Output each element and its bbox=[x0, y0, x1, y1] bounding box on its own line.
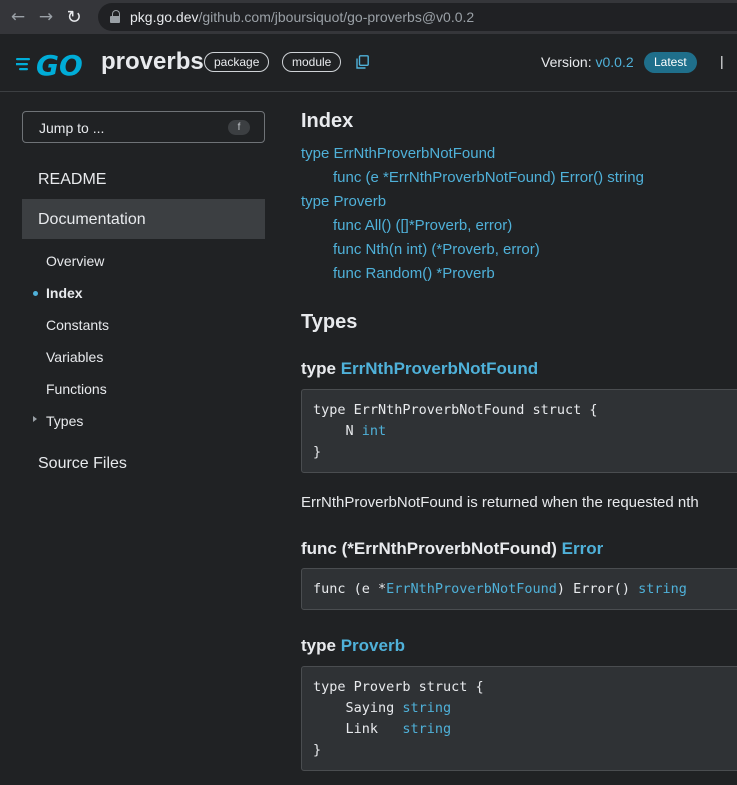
jump-to-placeholder: Jump to ... bbox=[39, 120, 105, 136]
code-line: } bbox=[313, 742, 322, 758]
sidebar-item-documentation[interactable]: Documentation bbox=[38, 211, 146, 229]
active-bullet-icon bbox=[33, 291, 38, 296]
sidebar-sub-variables[interactable]: Variables bbox=[46, 349, 103, 365]
code-field: N bbox=[313, 423, 362, 439]
copy-icon[interactable] bbox=[356, 55, 369, 69]
code-field: Saying bbox=[313, 700, 403, 716]
package-name: proverbs bbox=[101, 48, 204, 75]
type-errnth-description: ErrNthProverbNotFound is returned when t… bbox=[301, 494, 699, 511]
code-type-link[interactable]: string bbox=[402, 700, 451, 716]
jump-shortcut-key: f bbox=[228, 120, 250, 135]
sidebar-sub-index[interactable]: Index bbox=[46, 285, 83, 301]
sidebar-sub-constants[interactable]: Constants bbox=[46, 317, 109, 333]
type-keyword: type bbox=[301, 359, 336, 378]
site-header: GO proverbs package module Version: v0.0… bbox=[0, 34, 737, 92]
code-line: } bbox=[313, 444, 322, 460]
code-type-link[interactable]: ErrNthProverbNotFound bbox=[386, 581, 557, 597]
func-error-link[interactable]: Error bbox=[562, 539, 604, 558]
svg-text:GO: GO bbox=[36, 50, 83, 78]
index-link-func-random[interactable]: func Random() *Proverb bbox=[333, 265, 495, 282]
version-label: Version: v0.0.2 bbox=[541, 54, 634, 70]
func-error-heading: func (*ErrNthProverbNotFound) Error bbox=[301, 539, 603, 559]
version-value[interactable]: v0.0.2 bbox=[595, 54, 633, 70]
lock-icon bbox=[110, 10, 120, 23]
sidebar-item-readme[interactable]: README bbox=[38, 171, 106, 189]
types-heading: Types bbox=[301, 311, 358, 333]
code-line: type ErrNthProverbNotFound struct { bbox=[313, 402, 598, 418]
code-line: type Proverb struct { bbox=[313, 679, 484, 695]
header-separator: | bbox=[720, 53, 724, 69]
browser-toolbar: ← → ↻ pkg.go.dev/github.com/jboursiquot/… bbox=[0, 0, 737, 34]
type-keyword: type bbox=[301, 636, 336, 655]
type-proverb-link[interactable]: Proverb bbox=[341, 636, 405, 655]
index-link-func-nth[interactable]: func Nth(n int) (*Proverb, error) bbox=[333, 241, 540, 258]
forward-arrow-icon[interactable]: → bbox=[32, 7, 60, 27]
package-chip: package bbox=[204, 52, 270, 72]
back-arrow-icon[interactable]: ← bbox=[4, 7, 32, 27]
index-heading: Index bbox=[301, 110, 354, 132]
version-label-text: Version: bbox=[541, 54, 592, 70]
code-type-link[interactable]: int bbox=[362, 423, 386, 439]
go-logo-icon[interactable]: GO bbox=[16, 50, 96, 78]
code-part: func (e * bbox=[313, 581, 387, 597]
index-link-func-error[interactable]: func (e *ErrNthProverbNotFound) Error() … bbox=[333, 169, 644, 186]
address-bar[interactable]: pkg.go.dev/github.com/jboursiquot/go-pro… bbox=[98, 3, 737, 31]
caret-right-icon[interactable] bbox=[33, 416, 37, 422]
sidebar-sub-functions[interactable]: Functions bbox=[46, 381, 107, 397]
code-block-errnth: type ErrNthProverbNotFound struct { N in… bbox=[301, 389, 737, 473]
code-block-error: func (e *ErrNthProverbNotFound) Error() … bbox=[301, 568, 737, 610]
code-type-link[interactable]: string bbox=[638, 581, 687, 597]
index-link-type-errnth[interactable]: type ErrNthProverbNotFound bbox=[301, 145, 495, 162]
type-errnth-heading: type ErrNthProverbNotFound bbox=[301, 359, 538, 379]
index-link-func-all[interactable]: func All() ([]*Proverb, error) bbox=[333, 217, 512, 234]
code-part: ) Error() bbox=[556, 581, 639, 597]
url-path: /github.com/jboursiquot/go-proverbs@v0.0… bbox=[198, 9, 475, 25]
code-block-proverb: type Proverb struct { Saying string Link… bbox=[301, 666, 737, 771]
reload-icon[interactable]: ↻ bbox=[60, 7, 88, 28]
latest-badge: Latest bbox=[644, 52, 697, 73]
code-field: Link bbox=[313, 721, 403, 737]
module-chip: module bbox=[282, 52, 342, 72]
index-link-type-proverb[interactable]: type Proverb bbox=[301, 193, 386, 210]
sidebar-item-source-files[interactable]: Source Files bbox=[38, 455, 127, 473]
type-proverb-heading: type Proverb bbox=[301, 636, 405, 656]
code-type-link[interactable]: string bbox=[402, 721, 451, 737]
jump-to-input[interactable]: Jump to ... f bbox=[22, 111, 265, 143]
func-receiver: func (*ErrNthProverbNotFound) bbox=[301, 539, 557, 558]
sidebar-sub-types[interactable]: Types bbox=[46, 413, 83, 429]
type-errnth-link[interactable]: ErrNthProverbNotFound bbox=[341, 359, 538, 378]
url-host: pkg.go.dev bbox=[130, 9, 199, 25]
sidebar-sub-overview[interactable]: Overview bbox=[46, 253, 104, 269]
